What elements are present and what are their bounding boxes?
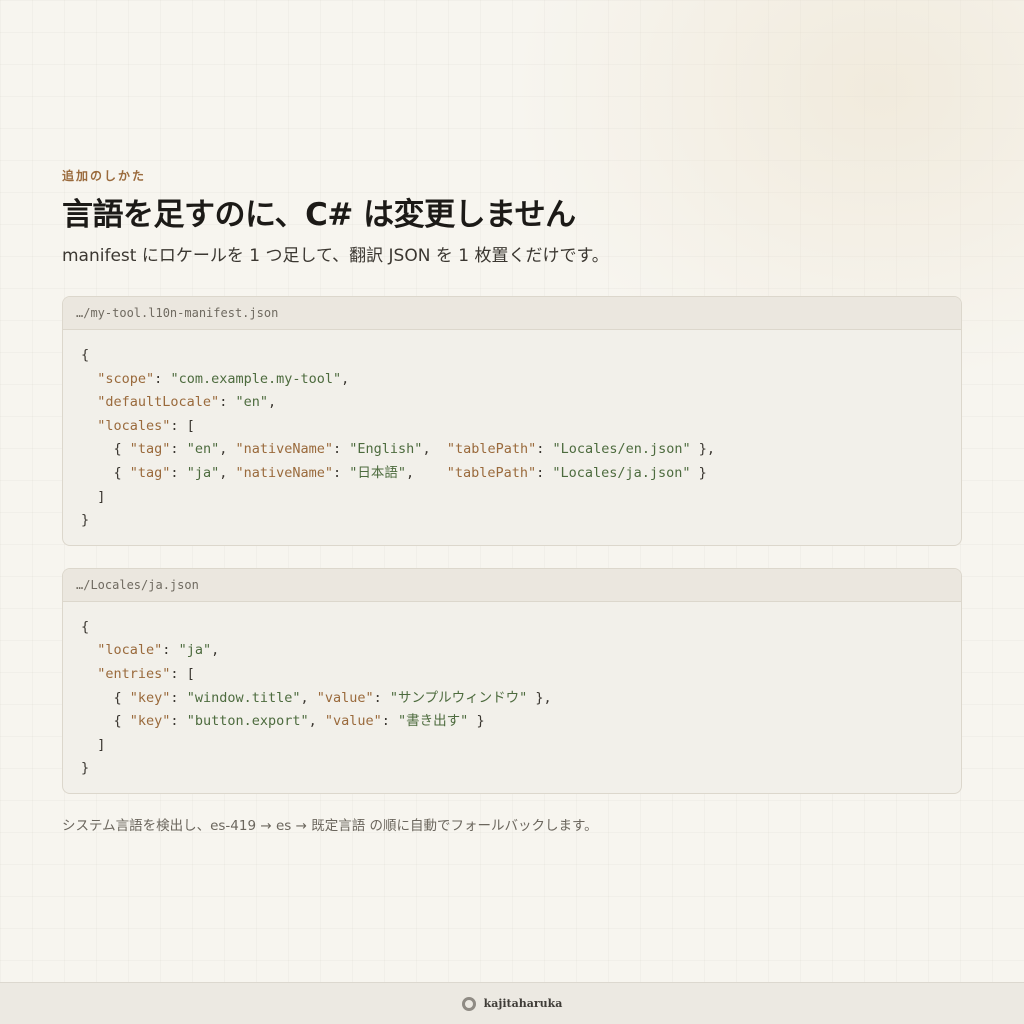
code-line: { xyxy=(81,347,90,363)
code-line: "entries": [ xyxy=(97,665,195,682)
code-line: { "tag": "en", "nativeName": "English", … xyxy=(81,441,716,458)
code-line: { xyxy=(81,618,90,635)
brand-name: kajitaharuka xyxy=(483,997,563,1010)
locale-code-block: …/Locales/ja.json { "locale": "ja", "ent… xyxy=(62,567,962,794)
locale-code-body: { "locale": "ja", "entries": [ { "key": … xyxy=(63,602,961,793)
manifest-file-path: …/my-tool.l10n-manifest.json xyxy=(63,297,961,330)
fallback-note: システム言語を検出し、es-419 → es → 既定言語 の順に自動でフォール… xyxy=(62,817,598,834)
section-eyebrow: 追加のしかた xyxy=(62,169,147,183)
code-line: ] xyxy=(81,488,106,505)
code-line: "locales": [ xyxy=(97,417,195,434)
page-subtitle: manifest にロケールを 1 つ足して、翻訳 JSON を 1 枚置くだけ… xyxy=(62,246,609,266)
footer: kajitaharuka xyxy=(0,982,1024,1024)
code-line: { "tag": "ja", "nativeName": "日本語", "tab… xyxy=(81,464,707,481)
ring-icon xyxy=(461,996,476,1011)
page-title: 言語を足すのに、C# は変更しません xyxy=(62,197,576,233)
code-line: } xyxy=(81,760,90,777)
code-line: "scope": "com.example.my-tool", xyxy=(97,370,350,387)
locale-file-path: …/Locales/ja.json xyxy=(63,568,961,602)
code-line: { "key": "window.title", "value": "サンプルウ… xyxy=(81,689,552,706)
manifest-code-body: { "scope": "com.example.my-tool", "defau… xyxy=(63,330,961,545)
code-line: { "key": "button.export", "value": "書き出す… xyxy=(81,713,485,730)
main-content: 追加のしかた 言語を足すのに、C# は変更しません manifest にロケール… xyxy=(62,168,962,849)
manifest-code-block: …/my-tool.l10n-manifest.json { "scope": … xyxy=(62,296,962,546)
code-line: ] xyxy=(81,736,106,753)
code-line: "locale": "ja", xyxy=(97,642,220,659)
code-line: } xyxy=(81,512,90,529)
code-line: "defaultLocale": "en", xyxy=(97,394,277,411)
